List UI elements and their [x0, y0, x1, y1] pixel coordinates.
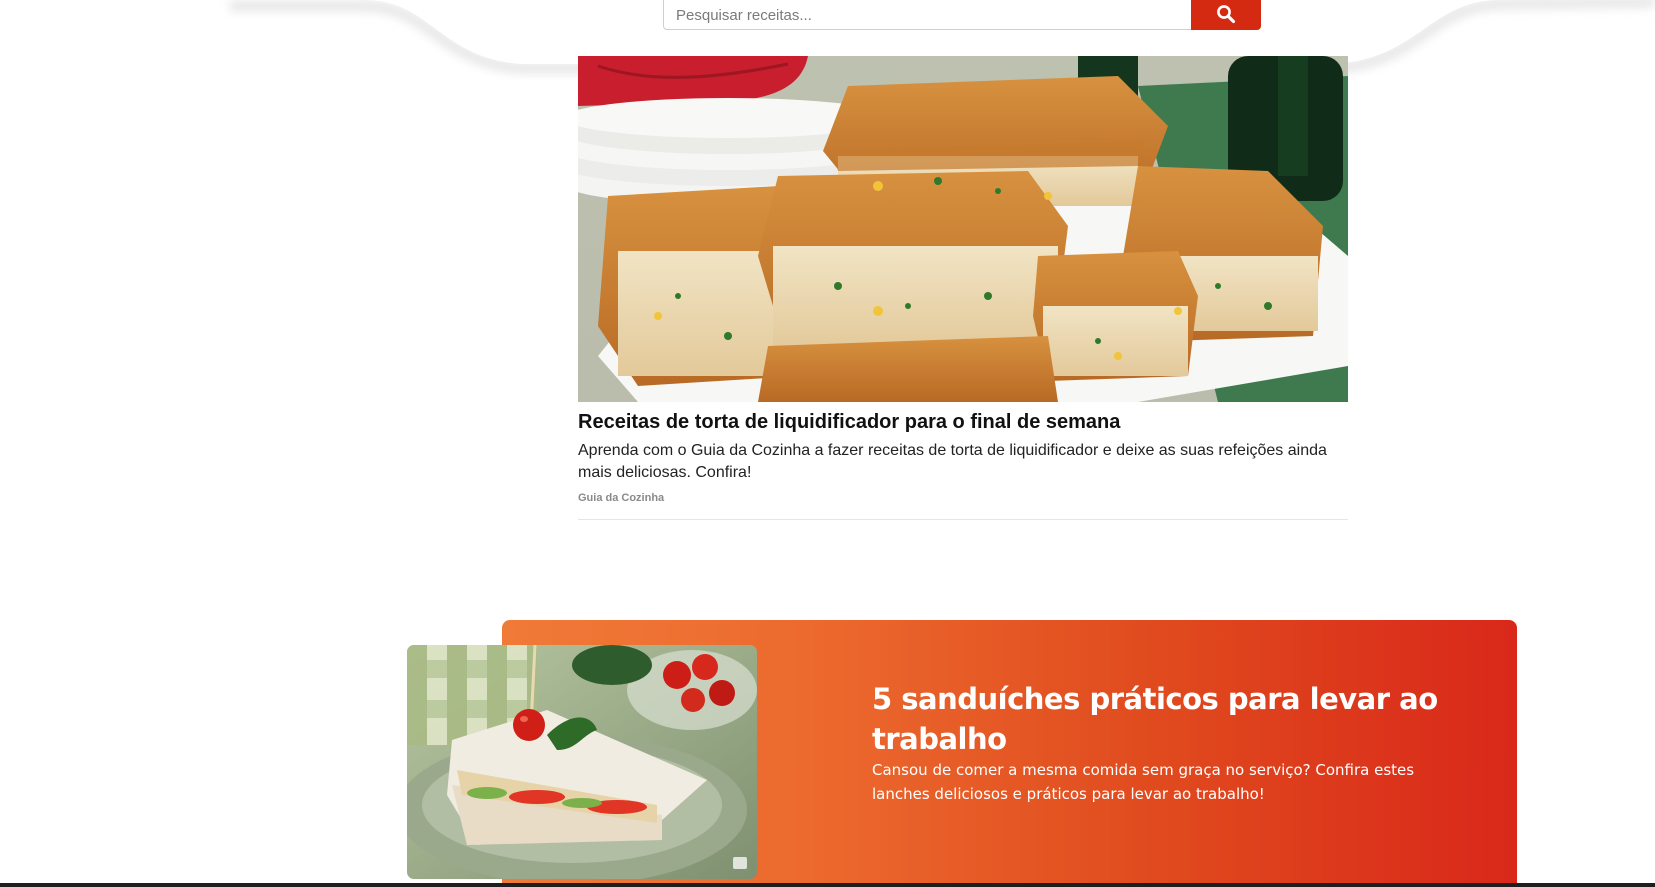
article-source: Guia da Cozinha: [578, 492, 665, 504]
search-button[interactable]: [1191, 0, 1261, 30]
search-bar: [663, 0, 1261, 30]
promo-title[interactable]: 5 sanduíches práticos para levar ao trab…: [872, 679, 1472, 759]
sandwich-photo: [407, 645, 757, 879]
search-input[interactable]: [663, 0, 1191, 30]
bottom-bar: [0, 883, 1655, 887]
promo-image[interactable]: [407, 645, 757, 879]
pie-photo: [578, 56, 1348, 402]
article-title[interactable]: Receitas de torta de liquidificador para…: [578, 409, 1348, 435]
article-image[interactable]: [578, 56, 1348, 402]
search-icon: [1217, 4, 1236, 23]
divider: [578, 519, 1348, 520]
page: Receitas de torta de liquidificador para…: [0, 0, 1655, 887]
article-description: Aprenda com o Guia da Cozinha a fazer re…: [578, 442, 1327, 481]
promo-description: Cansou de comer a mesma comida sem graça…: [872, 761, 1415, 803]
article-card: Receitas de torta de liquidificador para…: [578, 56, 1348, 504]
